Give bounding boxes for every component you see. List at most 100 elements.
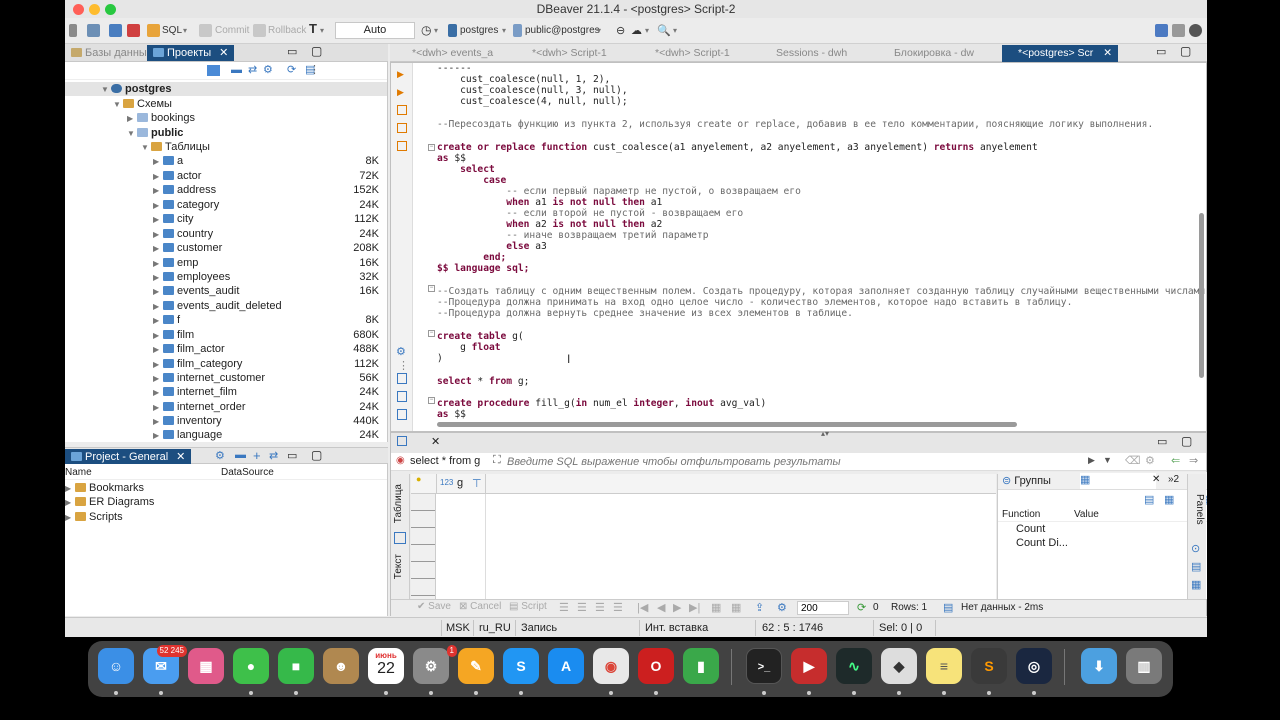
load-script-icon[interactable] xyxy=(397,391,407,402)
chevron-right-icon[interactable]: ▶ xyxy=(153,242,163,256)
tab-sessions[interactable]: Sessions - dwh xyxy=(760,45,847,62)
add-icon[interactable]: + xyxy=(253,448,261,463)
gear-icon[interactable]: ⚙ xyxy=(777,601,787,614)
navigate-back-icon[interactable]: ⇐ xyxy=(1171,454,1180,467)
more-tabs-icon[interactable]: »2 xyxy=(1168,474,1179,485)
chevron-right-icon[interactable]: ▶ xyxy=(65,496,75,510)
sql-dropdown-icon[interactable]: ▾ xyxy=(183,23,187,39)
trash-icon[interactable]: ▥ xyxy=(1126,648,1162,684)
delete-row-icon[interactable]: ☰ xyxy=(613,601,623,614)
chevron-right-icon[interactable]: ▶ xyxy=(65,482,75,496)
chevron-right-icon[interactable]: ▶ xyxy=(153,386,163,400)
fold-icon[interactable]: − xyxy=(428,330,435,337)
new-connection-icon[interactable] xyxy=(87,24,100,37)
tab-dwh-events[interactable]: *<dwh> events_a xyxy=(396,45,493,62)
tab-postgres-script[interactable]: *<postgres> Scr ✕ xyxy=(1002,45,1119,62)
history-dropdown-icon[interactable]: ▾ xyxy=(434,23,438,39)
chevron-down-icon[interactable]: ▼ xyxy=(101,83,111,97)
tree-node-public[interactable]: ▼ public xyxy=(127,126,183,140)
chevron-right-icon[interactable]: ▶ xyxy=(153,429,163,442)
skype-icon[interactable]: S xyxy=(503,648,539,684)
side-tab-text[interactable]: Текст xyxy=(393,554,408,579)
media-player-icon[interactable]: ▶ xyxy=(791,648,827,684)
tree-node-table[interactable]: ▶ events_audit 16K xyxy=(153,284,387,298)
mail-icon[interactable]: ✉ 52 245 xyxy=(143,645,187,684)
next-page-icon[interactable]: ▶ xyxy=(673,601,681,614)
close-icon[interactable]: ✕ xyxy=(176,451,185,463)
save-script-icon[interactable] xyxy=(397,373,407,384)
history-icon[interactable]: ◷ xyxy=(421,22,431,38)
chevron-right-icon[interactable]: ▶ xyxy=(153,314,163,328)
project-item-scripts[interactable]: ▶ Scripts xyxy=(65,510,123,524)
chevron-right-icon[interactable]: ▶ xyxy=(153,199,163,213)
fetch-page-icon[interactable]: ▦ xyxy=(711,601,721,614)
gear-icon[interactable]: ⚙ xyxy=(215,449,225,462)
sql-editor-icon[interactable] xyxy=(147,24,160,37)
project-item-er-diagrams[interactable]: ▶ ER Diagrams xyxy=(65,495,154,509)
link-icon[interactable]: ⇄ xyxy=(269,449,278,462)
minimize-icon[interactable]: ▭ xyxy=(1157,435,1167,448)
terminal-icon[interactable]: >_ xyxy=(746,648,782,684)
side-tab-table[interactable]: Таблица xyxy=(393,484,408,523)
active-connection-selector[interactable]: postgres xyxy=(460,23,498,39)
chevron-right-icon[interactable]: ▶ xyxy=(153,300,163,314)
navigate-forward-icon[interactable]: ⇒ xyxy=(1189,454,1198,467)
new-tab-icon[interactable] xyxy=(397,123,407,133)
tree-node-table[interactable]: ▶ a 8K xyxy=(153,154,387,168)
dbeaver-icon[interactable]: ◆ xyxy=(881,648,917,684)
chevron-down-icon[interactable]: ▼ xyxy=(127,127,137,141)
fold-icon[interactable]: − xyxy=(428,144,435,151)
chevron-right-icon[interactable]: ▶ xyxy=(153,358,163,372)
tree-node-table[interactable]: ▶ film_actor 488K xyxy=(153,342,387,356)
chevron-right-icon[interactable]: ▶ xyxy=(153,343,163,357)
results-grid-icon[interactable] xyxy=(397,436,407,446)
chrome-icon[interactable]: ◉ xyxy=(593,648,629,684)
panel-list-icon[interactable]: ▦ xyxy=(1164,493,1174,506)
opera-icon[interactable]: O xyxy=(638,648,674,684)
close-icon[interactable]: ✕ xyxy=(219,47,228,59)
refresh-icon[interactable]: ⟳ xyxy=(857,601,866,614)
minimize-icon[interactable]: ▭ xyxy=(1156,45,1166,58)
calendar-icon[interactable]: июнь 22 xyxy=(368,648,404,684)
maximize-icon[interactable]: ▢ xyxy=(311,448,322,462)
chevron-right-icon[interactable]: ▶ xyxy=(153,415,163,429)
horizontal-scrollbar[interactable] xyxy=(437,422,1017,427)
disconnect-icon[interactable] xyxy=(127,24,140,37)
maximize-icon[interactable]: ▢ xyxy=(311,44,322,58)
format-icon[interactable] xyxy=(397,409,407,420)
sync-icon[interactable]: ⟳ xyxy=(287,63,296,76)
column-g-header[interactable]: 123 g ⊤ xyxy=(436,474,486,494)
chevron-right-icon[interactable]: ▶ xyxy=(153,257,163,271)
column-filter-icon[interactable]: ⊤ xyxy=(472,477,482,490)
tree-node-table[interactable]: ▶ events_audit_deleted xyxy=(153,299,387,313)
chevron-right-icon[interactable]: ▶ xyxy=(153,401,163,415)
chevron-right-icon[interactable]: ▶ xyxy=(153,170,163,184)
messages-icon[interactable]: ● xyxy=(233,648,269,684)
execute-script-icon[interactable]: ▶ xyxy=(397,87,404,98)
execute-statement-icon[interactable]: ▶ xyxy=(397,69,404,80)
cloud-icon[interactable]: ☁ xyxy=(631,23,642,39)
activity-monitor-icon[interactable]: ∿ xyxy=(836,648,872,684)
refresh-icon[interactable]: ⊖ xyxy=(616,23,625,39)
function-count-distinct[interactable]: Count Di... xyxy=(1016,537,1068,549)
close-icon[interactable]: ✕ xyxy=(431,435,440,448)
tree-node-table[interactable]: ▶ country 24K xyxy=(153,227,387,241)
minimize-icon[interactable]: ▭ xyxy=(287,45,297,58)
pages-icon[interactable]: ✎ xyxy=(458,648,494,684)
tree-node-table[interactable]: ▶ language 24K xyxy=(153,428,387,442)
fold-icon[interactable]: − xyxy=(428,285,435,292)
apply-filter-icon[interactable]: ▶ xyxy=(1088,455,1095,466)
tree-node-schemas[interactable]: ▼ Схемы xyxy=(113,97,172,111)
tab-project-general[interactable]: Project - General ✕ xyxy=(65,449,192,465)
schema-dropdown-icon[interactable]: ▾ xyxy=(597,23,601,39)
sublime-text-icon[interactable]: S xyxy=(971,648,1007,684)
tab-projects[interactable]: Проекты ✕ xyxy=(147,45,235,61)
cancel-button[interactable]: ⊠ Cancel xyxy=(459,601,501,612)
close-icon[interactable]: ✕ xyxy=(1103,47,1112,59)
chevron-right-icon[interactable]: ▶ xyxy=(153,213,163,227)
tab-locks[interactable]: Блокировка - dw xyxy=(878,45,974,62)
tree-node-bookings[interactable]: ▶ bookings xyxy=(127,111,195,125)
app-store-icon[interactable]: A xyxy=(548,648,584,684)
project-item-bookmarks[interactable]: ▶ Bookmarks xyxy=(65,481,144,495)
zoom-window-button[interactable] xyxy=(105,4,116,15)
